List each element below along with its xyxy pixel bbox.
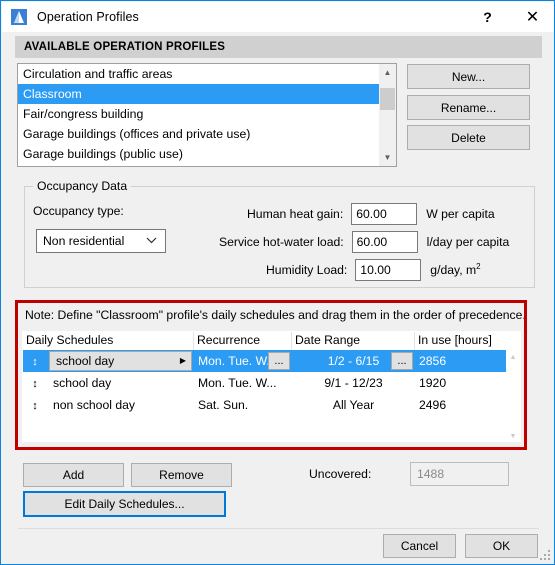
- row-drag-handle[interactable]: ↕: [23, 394, 47, 416]
- service-hot-water-input[interactable]: 60.00: [351, 231, 418, 253]
- scroll-down-icon[interactable]: ▼: [379, 149, 396, 166]
- table-scroll-up-icon[interactable]: ▲: [506, 350, 520, 364]
- window-controls: ? ✕: [465, 2, 554, 32]
- daily-schedules-table: Daily Schedules Recurrence Date Range In…: [22, 331, 521, 442]
- operation-profiles-dialog: Operation Profiles ? ✕ AVAILABLE OPERATI…: [0, 0, 555, 565]
- row-schedule-select[interactable]: school day ▶: [49, 351, 192, 371]
- table-row[interactable]: ↕ non school day Sat. Sun. All Year 2496: [23, 394, 520, 416]
- section-title: AVAILABLE OPERATION PROFILES: [24, 41, 226, 53]
- row-schedule-name: school day: [56, 354, 115, 368]
- service-hot-water-row: Service hot-water load: 60.00 l/day per …: [219, 231, 509, 253]
- chevron-down-icon: [146, 236, 157, 246]
- row-date-range[interactable]: All Year: [292, 394, 415, 416]
- uncovered-label: Uncovered:: [309, 467, 372, 481]
- new-profile-button[interactable]: New...: [407, 64, 530, 89]
- recurrence-ellipsis-button[interactable]: ...: [268, 352, 290, 370]
- row-schedule-name[interactable]: non school day: [47, 394, 194, 416]
- app-triangle-icon: [11, 9, 27, 25]
- table-scroll-down-icon[interactable]: ▼: [506, 429, 520, 441]
- humidity-unit-exponent: 2: [476, 262, 481, 272]
- profiles-list: Circulation and traffic areas Classroom …: [18, 64, 381, 164]
- window-title: Operation Profiles: [37, 10, 139, 24]
- rename-profile-button[interactable]: Rename...: [407, 95, 530, 120]
- edit-daily-schedules-button[interactable]: Edit Daily Schedules...: [23, 491, 226, 517]
- uncovered-value: 1488: [410, 462, 509, 486]
- occupancy-type-select[interactable]: Non residential: [36, 229, 166, 253]
- delete-profile-button[interactable]: Delete: [407, 125, 530, 150]
- date-range-ellipsis-button[interactable]: ...: [391, 352, 413, 370]
- column-header-date-range[interactable]: Date Range: [292, 332, 415, 350]
- help-button[interactable]: ?: [465, 2, 510, 32]
- column-header-daily-schedules[interactable]: Daily Schedules: [23, 332, 194, 350]
- row-drag-handle[interactable]: ↕: [23, 350, 47, 372]
- footer-divider: [18, 528, 539, 529]
- table-row[interactable]: ↕ school day Mon. Tue. W... 9/1 - 12/23 …: [23, 372, 520, 394]
- schedules-note: Note: Define "Classroom" profile's daily…: [25, 308, 526, 322]
- human-heat-gain-label: Human heat gain:: [247, 207, 344, 221]
- drag-handle-icon: ↕: [32, 400, 38, 412]
- humidity-load-label: Humidity Load:: [266, 263, 348, 277]
- ok-button[interactable]: OK: [465, 534, 538, 558]
- resize-grip[interactable]: [540, 550, 551, 561]
- drag-handle-icon: ↕: [32, 356, 38, 368]
- drag-handle-icon: ↕: [32, 378, 38, 390]
- row-recurrence[interactable]: Mon. Tue. W...: [194, 372, 292, 394]
- scrollbar-thumb[interactable]: [380, 88, 395, 110]
- add-schedule-button[interactable]: Add: [23, 463, 124, 487]
- human-heat-gain-unit: W per capita: [426, 207, 495, 221]
- profiles-listbox[interactable]: Circulation and traffic areas Classroom …: [17, 63, 397, 167]
- occupancy-type-value: Non residential: [43, 234, 125, 248]
- table-scrollbar[interactable]: ▲ ▼: [506, 350, 520, 441]
- title-bar: Operation Profiles ? ✕: [2, 2, 554, 32]
- human-heat-gain-row: Human heat gain: 60.00 W per capita: [247, 203, 495, 225]
- service-hot-water-unit: l/day per capita: [426, 235, 510, 249]
- table-header-row: Daily Schedules Recurrence Date Range In…: [23, 332, 520, 350]
- row-drag-handle[interactable]: ↕: [23, 372, 47, 394]
- humidity-load-row: Humidity Load: 10.00 g/day, m2: [266, 259, 481, 281]
- available-profiles-header: AVAILABLE OPERATION PROFILES: [15, 36, 542, 58]
- cancel-button[interactable]: Cancel: [383, 534, 456, 558]
- row-date-range[interactable]: 9/1 - 12/23: [292, 372, 415, 394]
- list-item[interactable]: Garage buildings (public use): [18, 144, 381, 164]
- occupancy-group-title: Occupancy Data: [33, 179, 132, 193]
- column-header-recurrence[interactable]: Recurrence: [194, 332, 292, 350]
- occupancy-type-label: Occupancy type:: [33, 204, 124, 218]
- list-item[interactable]: Fair/congress building: [18, 104, 381, 124]
- column-header-in-use[interactable]: In use [hours]: [415, 332, 520, 350]
- table-row[interactable]: ↕ school day ▶ Mon. Tue. W... ... 1/2 - 6…: [23, 350, 520, 372]
- service-hot-water-label: Service hot-water load:: [219, 235, 344, 249]
- human-heat-gain-input[interactable]: 60.00: [351, 203, 418, 225]
- list-item[interactable]: Classroom: [18, 84, 381, 104]
- row-schedule-name[interactable]: school day: [47, 372, 194, 394]
- list-item[interactable]: Garage buildings (offices and private us…: [18, 124, 381, 144]
- row-recurrence[interactable]: Sat. Sun.: [194, 394, 292, 416]
- chevron-right-icon: ▶: [179, 356, 186, 365]
- profiles-scrollbar[interactable]: ▲ ▼: [379, 64, 396, 166]
- humidity-load-unit: g/day, m2: [430, 262, 480, 277]
- humidity-load-input[interactable]: 10.00: [355, 259, 422, 281]
- list-item[interactable]: Circulation and traffic areas: [18, 64, 381, 84]
- humidity-unit-text: g/day, m: [430, 263, 477, 278]
- scroll-up-icon[interactable]: ▲: [379, 64, 396, 81]
- remove-schedule-button[interactable]: Remove: [131, 463, 232, 487]
- close-icon[interactable]: ✕: [510, 2, 554, 32]
